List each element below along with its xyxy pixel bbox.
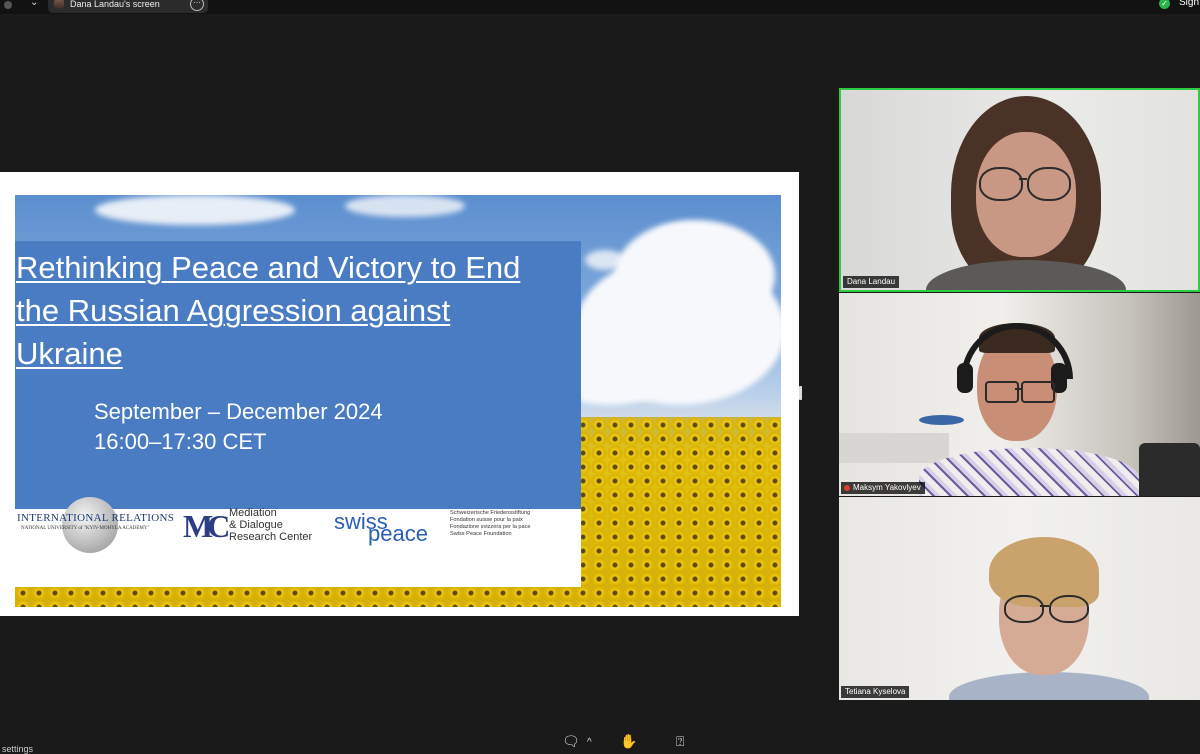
video-tile-dana-landau[interactable]: Dana Landau (839, 88, 1200, 292)
swisspeace-desc-line: Schweizerische Friedensstiftung (450, 510, 531, 516)
slide-dates: September – December 2024 16:00–17:30 CE… (94, 397, 383, 457)
bottom-toolbar (0, 730, 1200, 750)
ir-logo-subtitle: NATIONAL UNIVERSITY of "KYIV-MOHYLA ACAD… (21, 526, 150, 531)
mdrc-logo-text: Mediation & Dialogue Research Center (229, 507, 312, 543)
window-dot-icon[interactable] (4, 1, 12, 9)
mdrc-line: Mediation (229, 507, 277, 519)
globe-icon (62, 497, 118, 553)
raise-hand-icon[interactable]: ✋ (620, 733, 637, 750)
swisspeace-description: Schweizerische Friedensstiftung Fondatio… (450, 510, 531, 538)
ir-logo-name: INTERNATIONAL RELATIONS (17, 512, 175, 524)
chevron-up-icon[interactable]: ^ (587, 737, 592, 748)
resize-handle[interactable] (799, 386, 802, 400)
slide-date-range: September – December 2024 (94, 399, 383, 424)
shared-slide: Rethinking Peace and Victory to End the … (0, 172, 799, 616)
shield-icon: ✓ (1159, 0, 1170, 9)
slide-time-range: 16:00–17:30 CET (94, 429, 267, 454)
swisspeace-desc-line: Swiss Peace Foundation (450, 531, 512, 537)
more-icon[interactable]: ⋯ (190, 0, 204, 11)
slide-title: Rethinking Peace and Victory to End the … (16, 250, 521, 371)
swisspeace-desc-line: Fondation suisse pour la paix (450, 517, 523, 523)
settings-link[interactable]: settings (2, 744, 33, 754)
swisspeace-logo-word: peace (368, 521, 428, 546)
chevron-down-icon[interactable]: ⌄ (30, 0, 38, 8)
participant-name: Maksym Yakovlyev (853, 483, 921, 492)
mdrc-line: Research Center (229, 531, 313, 543)
international-relations-logo: INTERNATIONAL RELATIONS NATIONAL UNIVERS… (17, 495, 174, 555)
mdrc-logo-icon: MC (183, 508, 230, 544)
avatar (54, 0, 64, 9)
sign-button[interactable]: Sign (1179, 0, 1199, 8)
top-bar: ⌄ Dana Landau's screen ⋯ ✓ Sign (0, 0, 1200, 14)
participant-name: Tetiana Kyselova (841, 686, 910, 698)
mdrc-line: & Dialogue (229, 519, 283, 531)
video-tile-tetiana-kyselova[interactable]: Tetiana Kyselova (839, 497, 1200, 700)
screen-share-pill[interactable]: Dana Landau's screen ⋯ (48, 0, 208, 13)
swisspeace-desc-line: Fondazione svizzera per la pace (450, 524, 531, 530)
mic-off-icon (844, 485, 850, 491)
participant-name-tag: Maksym Yakovlyev (841, 482, 925, 494)
video-tile-maksym-yakovlyev[interactable]: Maksym Yakovlyev (839, 293, 1200, 496)
screen-share-label: Dana Landau's screen (70, 0, 160, 9)
question-icon[interactable]: ⍰ (676, 733, 684, 750)
participant-name: Dana Landau (843, 276, 900, 288)
chat-icon[interactable]: 🗨 (562, 733, 580, 750)
